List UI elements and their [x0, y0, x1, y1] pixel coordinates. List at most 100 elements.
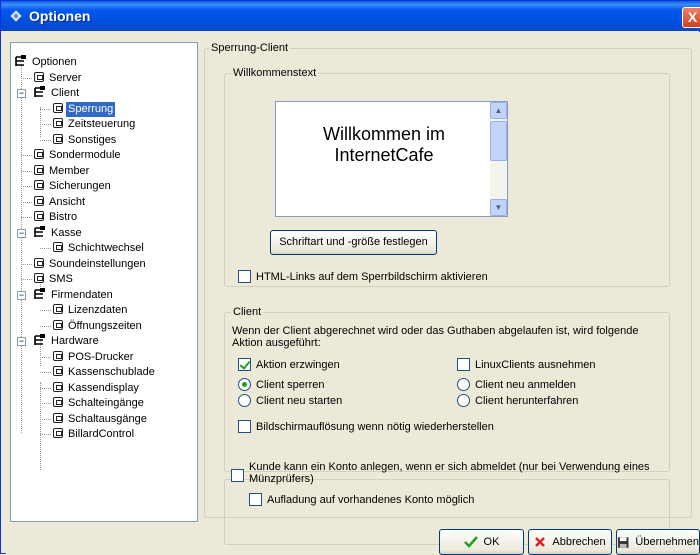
client-shutdown-radio[interactable]	[457, 394, 470, 407]
page-icon	[34, 149, 44, 159]
welcome-text-area[interactable]: Willkommen im InternetCafe ▲ ▼	[275, 101, 508, 217]
tree-item[interactable]: BillardControl	[53, 427, 136, 442]
apply-button[interactable]: Übernehmen	[616, 529, 700, 555]
tree-item[interactable]: Sperrung	[53, 102, 116, 117]
tree-item[interactable]: Sicherungen	[34, 179, 113, 194]
client-relogin-radio[interactable]	[457, 378, 470, 391]
tree-item[interactable]: SMS	[34, 272, 75, 287]
tree-item[interactable]: Hardware	[34, 334, 101, 349]
scroll-up-button[interactable]: ▲	[490, 102, 507, 119]
tree-item[interactable]: Zeitsteuerung	[53, 117, 137, 132]
tree-connector	[40, 388, 51, 389]
client-lock-label: Client sperren	[256, 379, 325, 391]
ok-button[interactable]: OK	[439, 529, 524, 555]
page-icon	[53, 413, 63, 423]
tree-item[interactable]: Server	[34, 71, 83, 86]
page-icon	[53, 134, 63, 144]
tree-item-label: Schalteingänge	[68, 397, 144, 409]
tree-item[interactable]: Member	[34, 164, 91, 179]
client-relogin-label: Client neu anmelden	[475, 379, 576, 391]
page-icon	[53, 118, 63, 128]
cancel-button[interactable]: Abbrechen	[528, 529, 612, 555]
welcome-legend: Willkommenstext	[231, 67, 319, 80]
page-icon	[53, 382, 63, 392]
tree-item-label: Hardware	[51, 335, 99, 347]
tree-connector	[21, 155, 32, 156]
folder-node-icon	[15, 55, 26, 66]
font-settings-button[interactable]: Schriftart und -größe festlegen	[270, 230, 437, 255]
client-lock-radio[interactable]	[238, 378, 251, 391]
apply-label: Übernehmen	[635, 536, 699, 548]
title-bar[interactable]: Optionen X	[1, 1, 700, 31]
tree-item[interactable]: Bistro	[34, 210, 79, 225]
tree-item[interactable]: Sondermodule	[34, 148, 123, 163]
force-action-checkbox[interactable]	[238, 358, 251, 371]
save-disk-icon	[617, 536, 629, 548]
scroll-thumb[interactable]	[490, 121, 507, 161]
client-description: Wenn der Client abgerechnet wird oder da…	[232, 325, 639, 349]
dialog-body: Optionen Server Client − Sperrung Zeitsteueru…	[6, 32, 700, 555]
close-button[interactable]: X	[682, 7, 700, 28]
tree-connector	[21, 78, 32, 79]
tree-item[interactable]: Optionen	[15, 55, 79, 70]
topup-checkbox[interactable]	[249, 493, 262, 506]
client-restart-radio[interactable]	[238, 394, 251, 407]
tree-connector	[40, 107, 41, 137]
collapse-icon[interactable]: −	[17, 229, 26, 238]
force-action-label: Aktion erzwingen	[256, 359, 340, 371]
page-icon	[53, 103, 63, 113]
page-icon	[53, 320, 63, 330]
page-icon	[34, 273, 44, 283]
tree-item[interactable]: Firmendaten	[34, 288, 115, 303]
tree-connector	[40, 140, 51, 141]
tree-item-label: Kassenschublade	[68, 366, 155, 378]
create-account-checkbox[interactable]	[231, 469, 244, 482]
tree-item[interactable]: Lizenzdaten	[53, 303, 129, 318]
tree-item-label: Sperrung	[66, 102, 116, 117]
linux-exclude-checkbox[interactable]	[457, 358, 470, 371]
tree-item[interactable]: Schichtwechsel	[53, 241, 146, 256]
tree-item[interactable]: POS-Drucker	[53, 350, 135, 365]
tree-item-label: Kasse	[51, 227, 82, 239]
collapse-icon[interactable]: −	[17, 89, 26, 98]
collapse-icon[interactable]: −	[17, 337, 26, 346]
tree-item-label: Kassendisplay	[68, 382, 139, 394]
tree-connector	[21, 202, 32, 203]
tree-item-label: Soundeinstellungen	[49, 258, 146, 270]
tree-connector	[21, 264, 32, 265]
tree-item[interactable]: Öffnungszeiten	[53, 319, 144, 334]
html-links-label: HTML-Links auf dem Sperrbildschirm aktiv…	[256, 271, 488, 283]
page-icon	[53, 351, 63, 361]
tree-item[interactable]: Soundeinstellungen	[34, 257, 148, 272]
restore-resolution-checkbox[interactable]	[238, 420, 251, 433]
tree-item[interactable]: Schalteingänge	[53, 396, 146, 411]
tree-connector	[21, 65, 22, 433]
chevron-up-icon: ▲	[494, 106, 503, 115]
tree-connector	[40, 310, 51, 311]
welcome-scrollbar[interactable]: ▲ ▼	[490, 102, 507, 216]
tree-item-label: Bistro	[49, 211, 78, 223]
tree-item[interactable]: Sonstiges	[53, 133, 118, 148]
tree-item-label: Sondermodule	[49, 149, 121, 161]
tree-connector	[21, 279, 32, 280]
check-icon	[463, 536, 478, 548]
options-tree[interactable]: Optionen Server Client − Sperrung Zeitsteueru…	[10, 42, 198, 522]
page-icon	[53, 366, 63, 376]
folder-node-icon	[34, 86, 45, 97]
scroll-down-button[interactable]: ▼	[490, 199, 507, 216]
tree-item-label: Schichtwechsel	[68, 242, 144, 254]
tree-item[interactable]: Client	[34, 86, 81, 101]
tree-connector	[21, 186, 32, 187]
collapse-icon[interactable]: −	[17, 291, 26, 300]
tree-item[interactable]: Kasse	[34, 226, 84, 241]
tree-item[interactable]: Ansicht	[34, 195, 87, 210]
tree-connector	[40, 403, 51, 404]
tree-connector	[40, 372, 51, 373]
page-icon	[53, 397, 63, 407]
tree-item[interactable]: Schaltausgänge	[53, 412, 149, 427]
page-icon	[34, 180, 44, 190]
tree-item[interactable]: Kassendisplay	[53, 381, 141, 396]
html-links-checkbox[interactable]	[238, 270, 251, 283]
window-title: Optionen	[29, 8, 91, 24]
tree-item[interactable]: Kassenschublade	[53, 365, 157, 380]
